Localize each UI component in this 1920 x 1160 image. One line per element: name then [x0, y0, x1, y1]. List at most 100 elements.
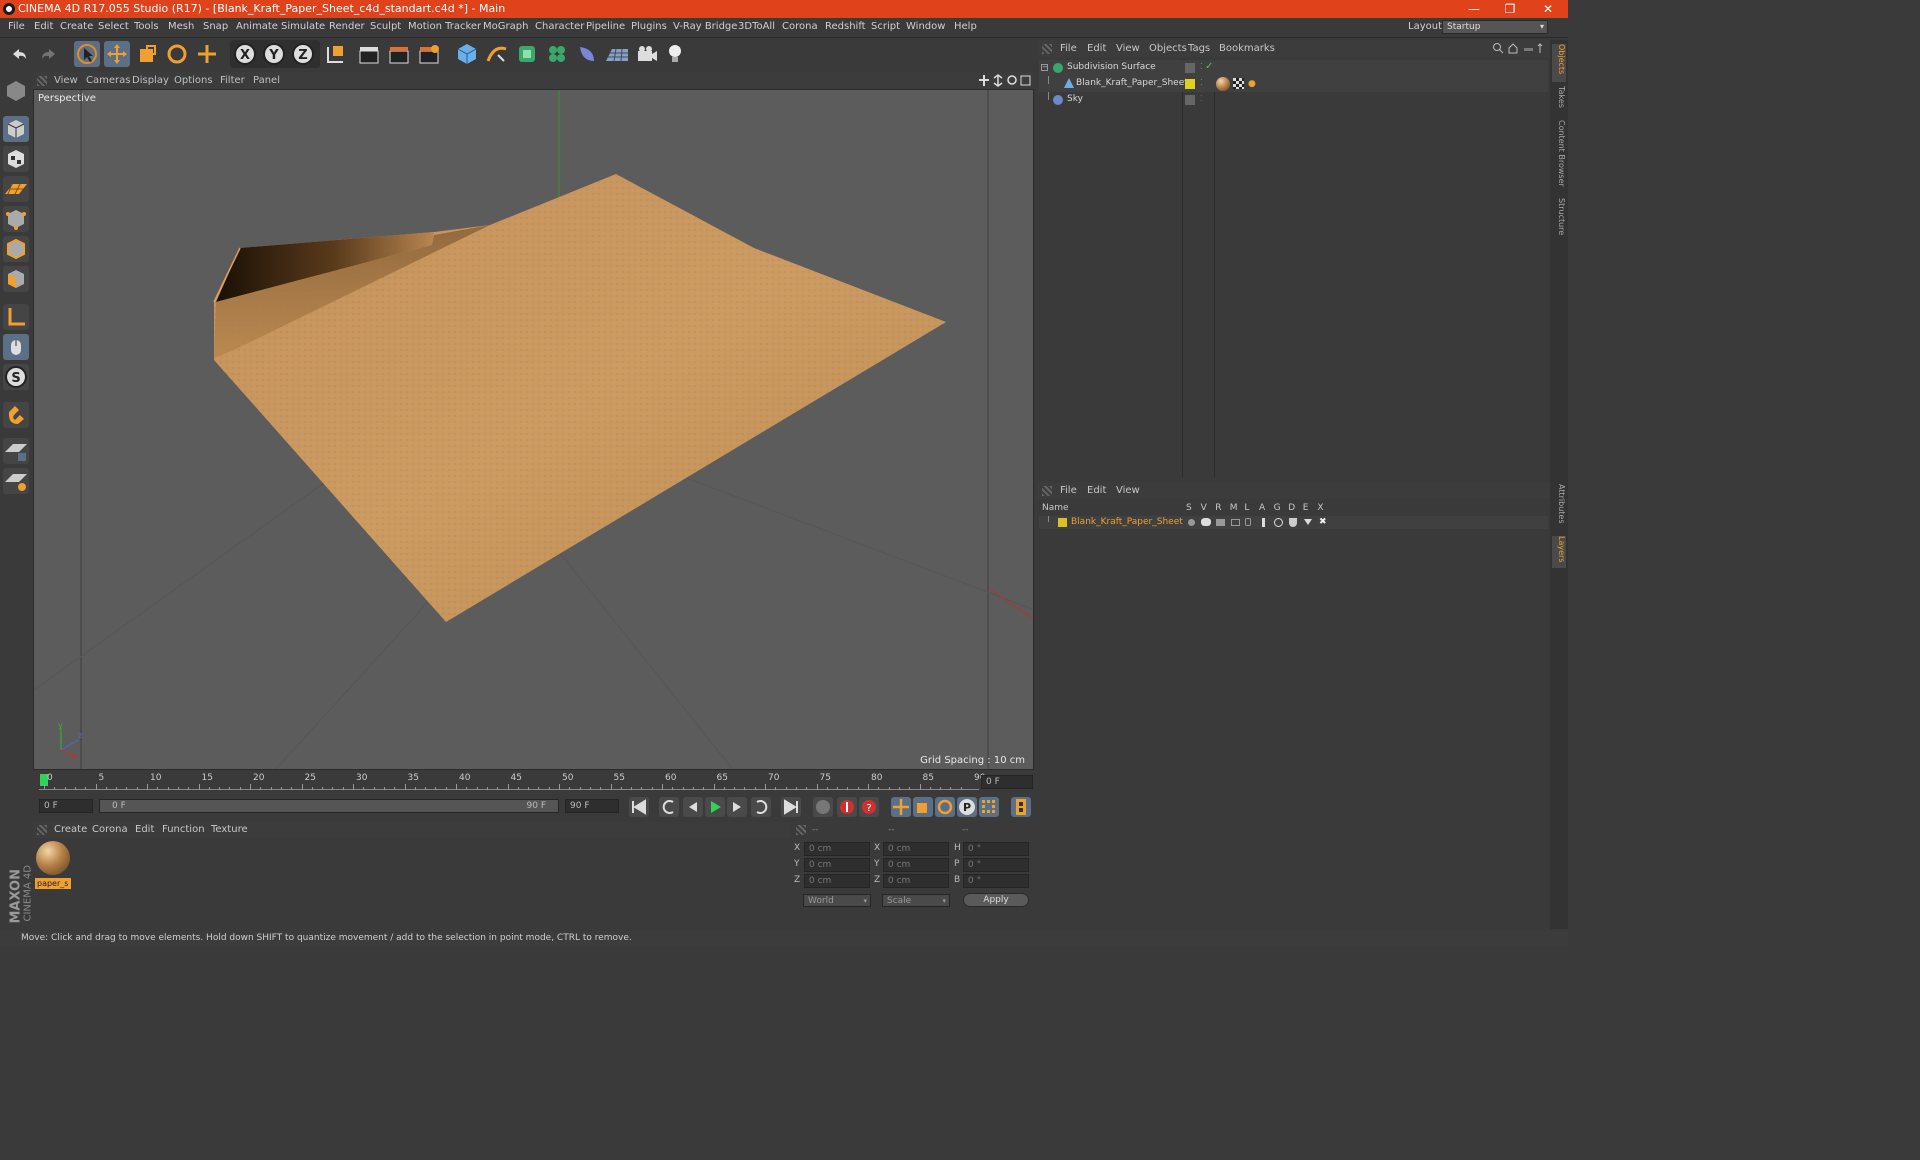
polygons-mode-button[interactable] [3, 266, 29, 292]
coordinate-space-select[interactable]: World ▾ [803, 894, 871, 907]
menu-edit[interactable]: Edit [34, 21, 53, 32]
select-tool-button[interactable] [74, 41, 100, 67]
material-menu-corona[interactable]: Corona [92, 824, 128, 835]
next-frame-button[interactable] [727, 797, 747, 817]
coord-value-field[interactable]: 0 cm [804, 858, 870, 872]
coord-value-field[interactable]: 0 cm [883, 842, 949, 856]
enable-snap-grid-button[interactable] [3, 438, 29, 464]
layer-flag-header[interactable]: X [1317, 503, 1323, 513]
grid-snap-settings-button[interactable] [3, 468, 29, 494]
scale-tool-button[interactable] [134, 41, 160, 67]
layer-menu-view[interactable]: View [1116, 485, 1140, 496]
visibility-dots-icon[interactable]: ⁚ [1200, 62, 1203, 71]
move-tool-button[interactable] [104, 41, 130, 67]
viewport-scene[interactable]: y z x [34, 90, 1034, 770]
light-object-button[interactable] [662, 41, 688, 67]
viewport-menu-panel[interactable]: Panel [253, 75, 280, 86]
menu-animate[interactable]: Animate [236, 21, 278, 32]
layer-flag-header[interactable]: G [1274, 503, 1281, 513]
points-mode-button[interactable] [3, 206, 29, 232]
edges-mode-button[interactable] [3, 236, 29, 262]
current-frame-field[interactable]: 0 F [981, 775, 1033, 789]
object-menu-tags[interactable]: Tags [1188, 43, 1210, 54]
start-frame-field[interactable]: 0 F [39, 799, 93, 813]
go-to-previous-key-button[interactable] [659, 797, 679, 817]
layer-menu-file[interactable]: File [1060, 485, 1077, 496]
menu-corona[interactable]: Corona [782, 21, 818, 32]
render-flag-icon[interactable] [1216, 519, 1225, 526]
layer-flag-header[interactable]: E [1303, 503, 1309, 513]
key-pla-button[interactable] [979, 797, 999, 817]
key-scale-button[interactable] [913, 797, 933, 817]
pen-spline-button[interactable] [484, 41, 510, 67]
coord-value-field[interactable]: 0 cm [804, 842, 870, 856]
manager-flag-icon[interactable] [1231, 519, 1240, 526]
viewport-menu-options[interactable]: Options [174, 75, 213, 86]
uvw-tag-icon[interactable] [1233, 78, 1244, 89]
expression-flag-icon[interactable] [1304, 519, 1312, 525]
object-menu-bookmarks[interactable]: Bookmarks [1219, 43, 1275, 54]
material-menu-create[interactable]: Create [54, 824, 87, 835]
menu-window[interactable]: Window [906, 21, 945, 32]
material-tag-icon[interactable] [1216, 77, 1230, 91]
xref-flag-icon[interactable]: ✖ [1319, 517, 1327, 527]
workplane-mode-button[interactable] [3, 176, 29, 202]
menu-redshift[interactable]: Redshift [825, 21, 866, 32]
viewport-menu-display[interactable]: Display [132, 75, 169, 86]
play-forward-button[interactable] [705, 797, 725, 817]
go-to-next-key-button[interactable] [751, 797, 771, 817]
size-mode-select[interactable]: Scale ▾ [882, 894, 950, 907]
record-active-objects-button[interactable] [837, 797, 857, 817]
key-position-button[interactable] [891, 797, 911, 817]
material-menu-function[interactable]: Function [162, 824, 205, 835]
enabled-check-icon[interactable]: ✓ [1205, 61, 1213, 72]
kraft-paper-sheet-mesh[interactable] [213, 174, 946, 622]
previous-frame-button[interactable] [683, 797, 703, 817]
menu-render[interactable]: Render [329, 21, 365, 32]
texture-mode-button[interactable] [3, 146, 29, 172]
cube-object-button[interactable] [454, 41, 480, 67]
material-swatch[interactable]: paper_s [35, 840, 71, 890]
menu-create[interactable]: Create [60, 21, 93, 32]
menu-file[interactable]: File [8, 21, 25, 32]
visibility-dots-icon[interactable]: ⁚ [1200, 78, 1203, 87]
coord-value-field[interactable]: 0 ° [963, 858, 1029, 872]
deformer-flag-icon[interactable] [1289, 518, 1297, 527]
layer-flag-header[interactable]: D [1288, 503, 1295, 513]
coord-value-field[interactable]: 0 cm [883, 858, 949, 872]
object-row-subdivision-surface[interactable]: − Subdivision Surface ⁚ ✓ [1039, 60, 1548, 76]
menu-simulate[interactable]: Simulate [281, 21, 325, 32]
layer-flag-header[interactable]: S [1186, 503, 1192, 513]
coord-value-field[interactable]: 0 ° [963, 842, 1029, 856]
menu-mesh[interactable]: Mesh [168, 21, 194, 32]
timeline-ruler[interactable]: 0 5 10 15 20 25 30 35 40 45 50 55 60 65 70 75 80 85 90 0 F [33, 771, 1034, 793]
key-rotation-button[interactable] [935, 797, 955, 817]
rotate-tool-button[interactable] [164, 41, 190, 67]
menu-plugins[interactable]: Plugins [631, 21, 667, 32]
snap-toggle-button[interactable] [3, 402, 29, 428]
redo-button[interactable] [36, 41, 62, 67]
layer-flag-header[interactable]: M [1230, 503, 1238, 513]
make-editable-button[interactable] [3, 78, 29, 104]
tab-content-browser[interactable]: Content Browser [1552, 120, 1566, 192]
menu-character[interactable]: Character [535, 21, 584, 32]
record-keys-disabled-button[interactable] [813, 797, 833, 817]
tweak-mode-button[interactable] [3, 334, 29, 360]
menu-tools[interactable]: Tools [134, 21, 159, 32]
x-axis-toggle[interactable]: X [232, 41, 258, 67]
layer-menu-edit[interactable]: Edit [1087, 485, 1106, 496]
object-manager-tools[interactable] [1492, 42, 1548, 55]
tab-objects[interactable]: Objects [1552, 44, 1566, 82]
solo-mode-button[interactable]: S [3, 364, 29, 390]
viewport-menu-view[interactable]: View [54, 75, 78, 86]
tab-layers[interactable]: Layers [1552, 536, 1566, 568]
menu-mograph[interactable]: MoGraph [483, 21, 528, 32]
texture-tag-icon[interactable]: ● [1248, 79, 1256, 89]
solo-flag-icon[interactable] [1188, 519, 1195, 526]
visibility-dots-icon[interactable]: ⁚ [1200, 94, 1203, 103]
floor-object-button[interactable] [604, 41, 630, 67]
object-menu-objects[interactable]: Objects [1149, 43, 1187, 54]
apply-button[interactable]: Apply [963, 893, 1029, 907]
tab-attributes[interactable]: Attributes [1552, 484, 1566, 532]
tab-structure[interactable]: Structure [1552, 198, 1566, 242]
